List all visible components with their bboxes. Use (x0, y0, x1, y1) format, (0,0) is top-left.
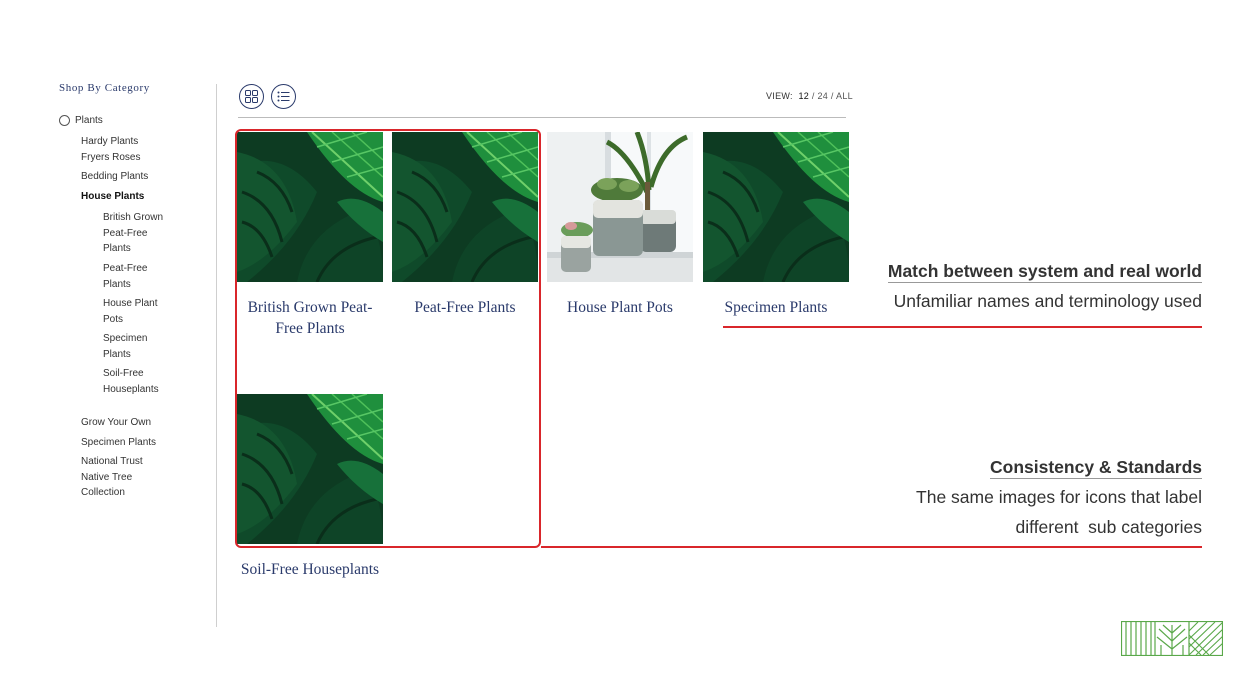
product-image-house-plant-pots[interactable] (547, 132, 693, 282)
product-image-specimen-plants[interactable] (703, 132, 849, 282)
plants-radio[interactable] (59, 115, 70, 126)
annotation-heading-match: Match between system and real world (887, 261, 1202, 283)
view-prefix: VIEW: (766, 91, 793, 101)
sidebar-title: Shop By Category (59, 82, 150, 94)
sidebar-item-hardy-plants[interactable]: Hardy Plants (81, 134, 138, 150)
sidebar-subitem-soil-free[interactable]: Soil-Free Houseplants (103, 366, 167, 397)
sidebar-item-national-trust[interactable]: National Trust Native Tree Collection (81, 454, 153, 501)
product-title-house-plant-pots[interactable]: House Plant Pots (545, 297, 695, 318)
sidebar-item-plants[interactable]: Plants (75, 113, 103, 129)
sidebar-item-grow-your-own[interactable]: Grow Your Own (81, 415, 151, 431)
grid-view-button[interactable] (239, 84, 264, 109)
annotation-heading-consistency: Consistency & Standards (990, 457, 1202, 479)
product-title-soil-free[interactable]: Soil-Free Houseplants (235, 559, 385, 580)
potted-plants-image (547, 132, 693, 282)
highlight-box-duplicate-images (235, 129, 541, 548)
sidebar-subitem-peat-free[interactable]: Peat-Free Plants (103, 261, 163, 292)
sidebar-subitem-british-grown[interactable]: British Grown Peat-Free Plants (103, 210, 173, 257)
product-title-specimen-plants[interactable]: Specimen Plants (701, 297, 851, 318)
monstera-leaves-image (703, 132, 849, 282)
annotation-underline-consistency (541, 546, 1202, 548)
view-option-24[interactable]: 24 (817, 91, 828, 101)
sidebar-divider (216, 84, 217, 627)
toolbar-divider (238, 117, 846, 118)
view-option-12[interactable]: 12 (798, 91, 809, 101)
annotation-text-consistency-2: different sub categories (1015, 517, 1202, 537)
view-option-all[interactable]: ALL (836, 91, 853, 101)
brand-logo-icon (1121, 621, 1223, 656)
sidebar-subitem-specimen-plants[interactable]: Specimen Plants (103, 331, 163, 362)
category-sidebar: Shop By Category Plants Hardy Plants Fry… (0, 0, 218, 700)
sidebar-subitem-house-plant-pots[interactable]: House Plant Pots (103, 296, 167, 327)
sidebar-item-specimen-plants[interactable]: Specimen Plants (81, 435, 156, 451)
sidebar-item-house-plants[interactable]: House Plants (81, 189, 144, 205)
sidebar-item-fryers-roses[interactable]: Fryers Roses (81, 150, 140, 166)
list-view-button[interactable] (271, 84, 296, 109)
annotation-text-match: Unfamiliar names and terminology used (893, 291, 1202, 311)
view-per-page: VIEW: 12 / 24 / ALL (766, 91, 853, 101)
sidebar-item-bedding-plants[interactable]: Bedding Plants (81, 169, 148, 185)
grid-view-icon (245, 90, 258, 103)
list-view-icon (277, 91, 290, 102)
annotation-underline-match (723, 326, 1202, 328)
annotation-text-consistency-1: The same images for icons that label (916, 487, 1202, 507)
